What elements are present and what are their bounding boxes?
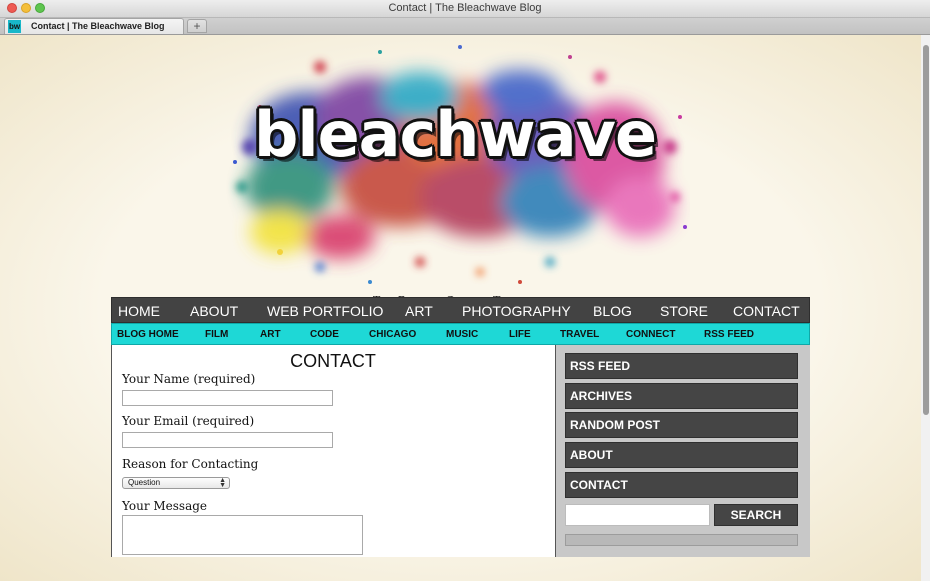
sub-nav: BLOG HOME FILM ART CODE CHICAGO MUSIC LI… (111, 323, 810, 345)
page-title: CONTACT (290, 351, 376, 371)
page-scrollbar[interactable] (921, 35, 930, 581)
select-arrows-icon: ▲ ▼ (219, 477, 226, 489)
sub-nav-art[interactable]: ART (260, 329, 281, 340)
main-nav-blog[interactable]: BLOG (593, 303, 632, 319)
message-label: Your Message (122, 499, 208, 513)
message-field[interactable] (122, 515, 363, 555)
window-title: Contact | The Bleachwave Blog (388, 2, 542, 14)
main-nav-about[interactable]: ABOUT (190, 303, 238, 319)
sidebar-item-about[interactable]: ABOUT (565, 442, 798, 468)
sidebar-item-archives[interactable]: ARCHIVES (565, 383, 798, 409)
sub-nav-life[interactable]: LIFE (509, 329, 531, 340)
new-tab-button[interactable]: + (187, 19, 207, 33)
search-button[interactable]: SEARCH (714, 504, 798, 526)
main-nav-home[interactable]: HOME (118, 303, 160, 319)
main-nav-photography[interactable]: PHOTOGRAPHY (462, 303, 571, 319)
email-label: Your Email (required) (122, 414, 255, 428)
main-nav-contact[interactable]: CONTACT (733, 303, 800, 319)
sub-nav-rss-feed[interactable]: RSS FEED (704, 329, 754, 340)
window-titlebar: Contact | The Bleachwave Blog (0, 0, 930, 18)
scrollbar-thumb[interactable] (923, 45, 929, 415)
sidebar-item-random-post[interactable]: RANDOM POST (565, 412, 798, 438)
browser-tab-bar: bw Contact | The Bleachwave Blog + (0, 18, 930, 35)
search-input[interactable] (565, 504, 710, 526)
main-nav: HOME ABOUT WEB PORTFOLIO ART PHOTOGRAPHY… (111, 297, 810, 323)
main-nav-web-portfolio[interactable]: WEB PORTFOLIO (267, 303, 383, 319)
sub-nav-blog-home[interactable]: BLOG HOME (117, 329, 179, 340)
sub-nav-connect[interactable]: CONNECT (626, 329, 675, 340)
sub-nav-code[interactable]: CODE (310, 329, 339, 340)
sidebar-item-rss-feed[interactable]: RSS FEED (565, 353, 798, 379)
browser-tab[interactable]: bw Contact | The Bleachwave Blog (4, 18, 184, 34)
sidebar-widget (565, 534, 798, 546)
reason-label: Reason for Contacting (122, 457, 259, 471)
reason-select[interactable]: Question ▲ ▼ (122, 477, 230, 489)
sub-nav-music[interactable]: MUSIC (446, 329, 478, 340)
email-field[interactable] (122, 432, 333, 448)
tab-label: Contact | The Bleachwave Blog (31, 21, 165, 31)
sub-nav-travel[interactable]: TRAVEL (560, 329, 599, 340)
sidebar-item-contact[interactable]: CONTACT (565, 472, 798, 498)
name-label: Your Name (required) (122, 372, 256, 386)
reason-select-value: Question (128, 478, 161, 487)
favicon-icon: bw (8, 20, 21, 33)
sub-nav-film[interactable]: FILM (205, 329, 228, 340)
site-logo-wordmark[interactable]: bleachwave (220, 98, 690, 171)
name-field[interactable] (122, 390, 333, 406)
sub-nav-chicago[interactable]: CHICAGO (369, 329, 416, 340)
main-nav-art[interactable]: ART (405, 303, 433, 319)
main-nav-store[interactable]: STORE (660, 303, 708, 319)
